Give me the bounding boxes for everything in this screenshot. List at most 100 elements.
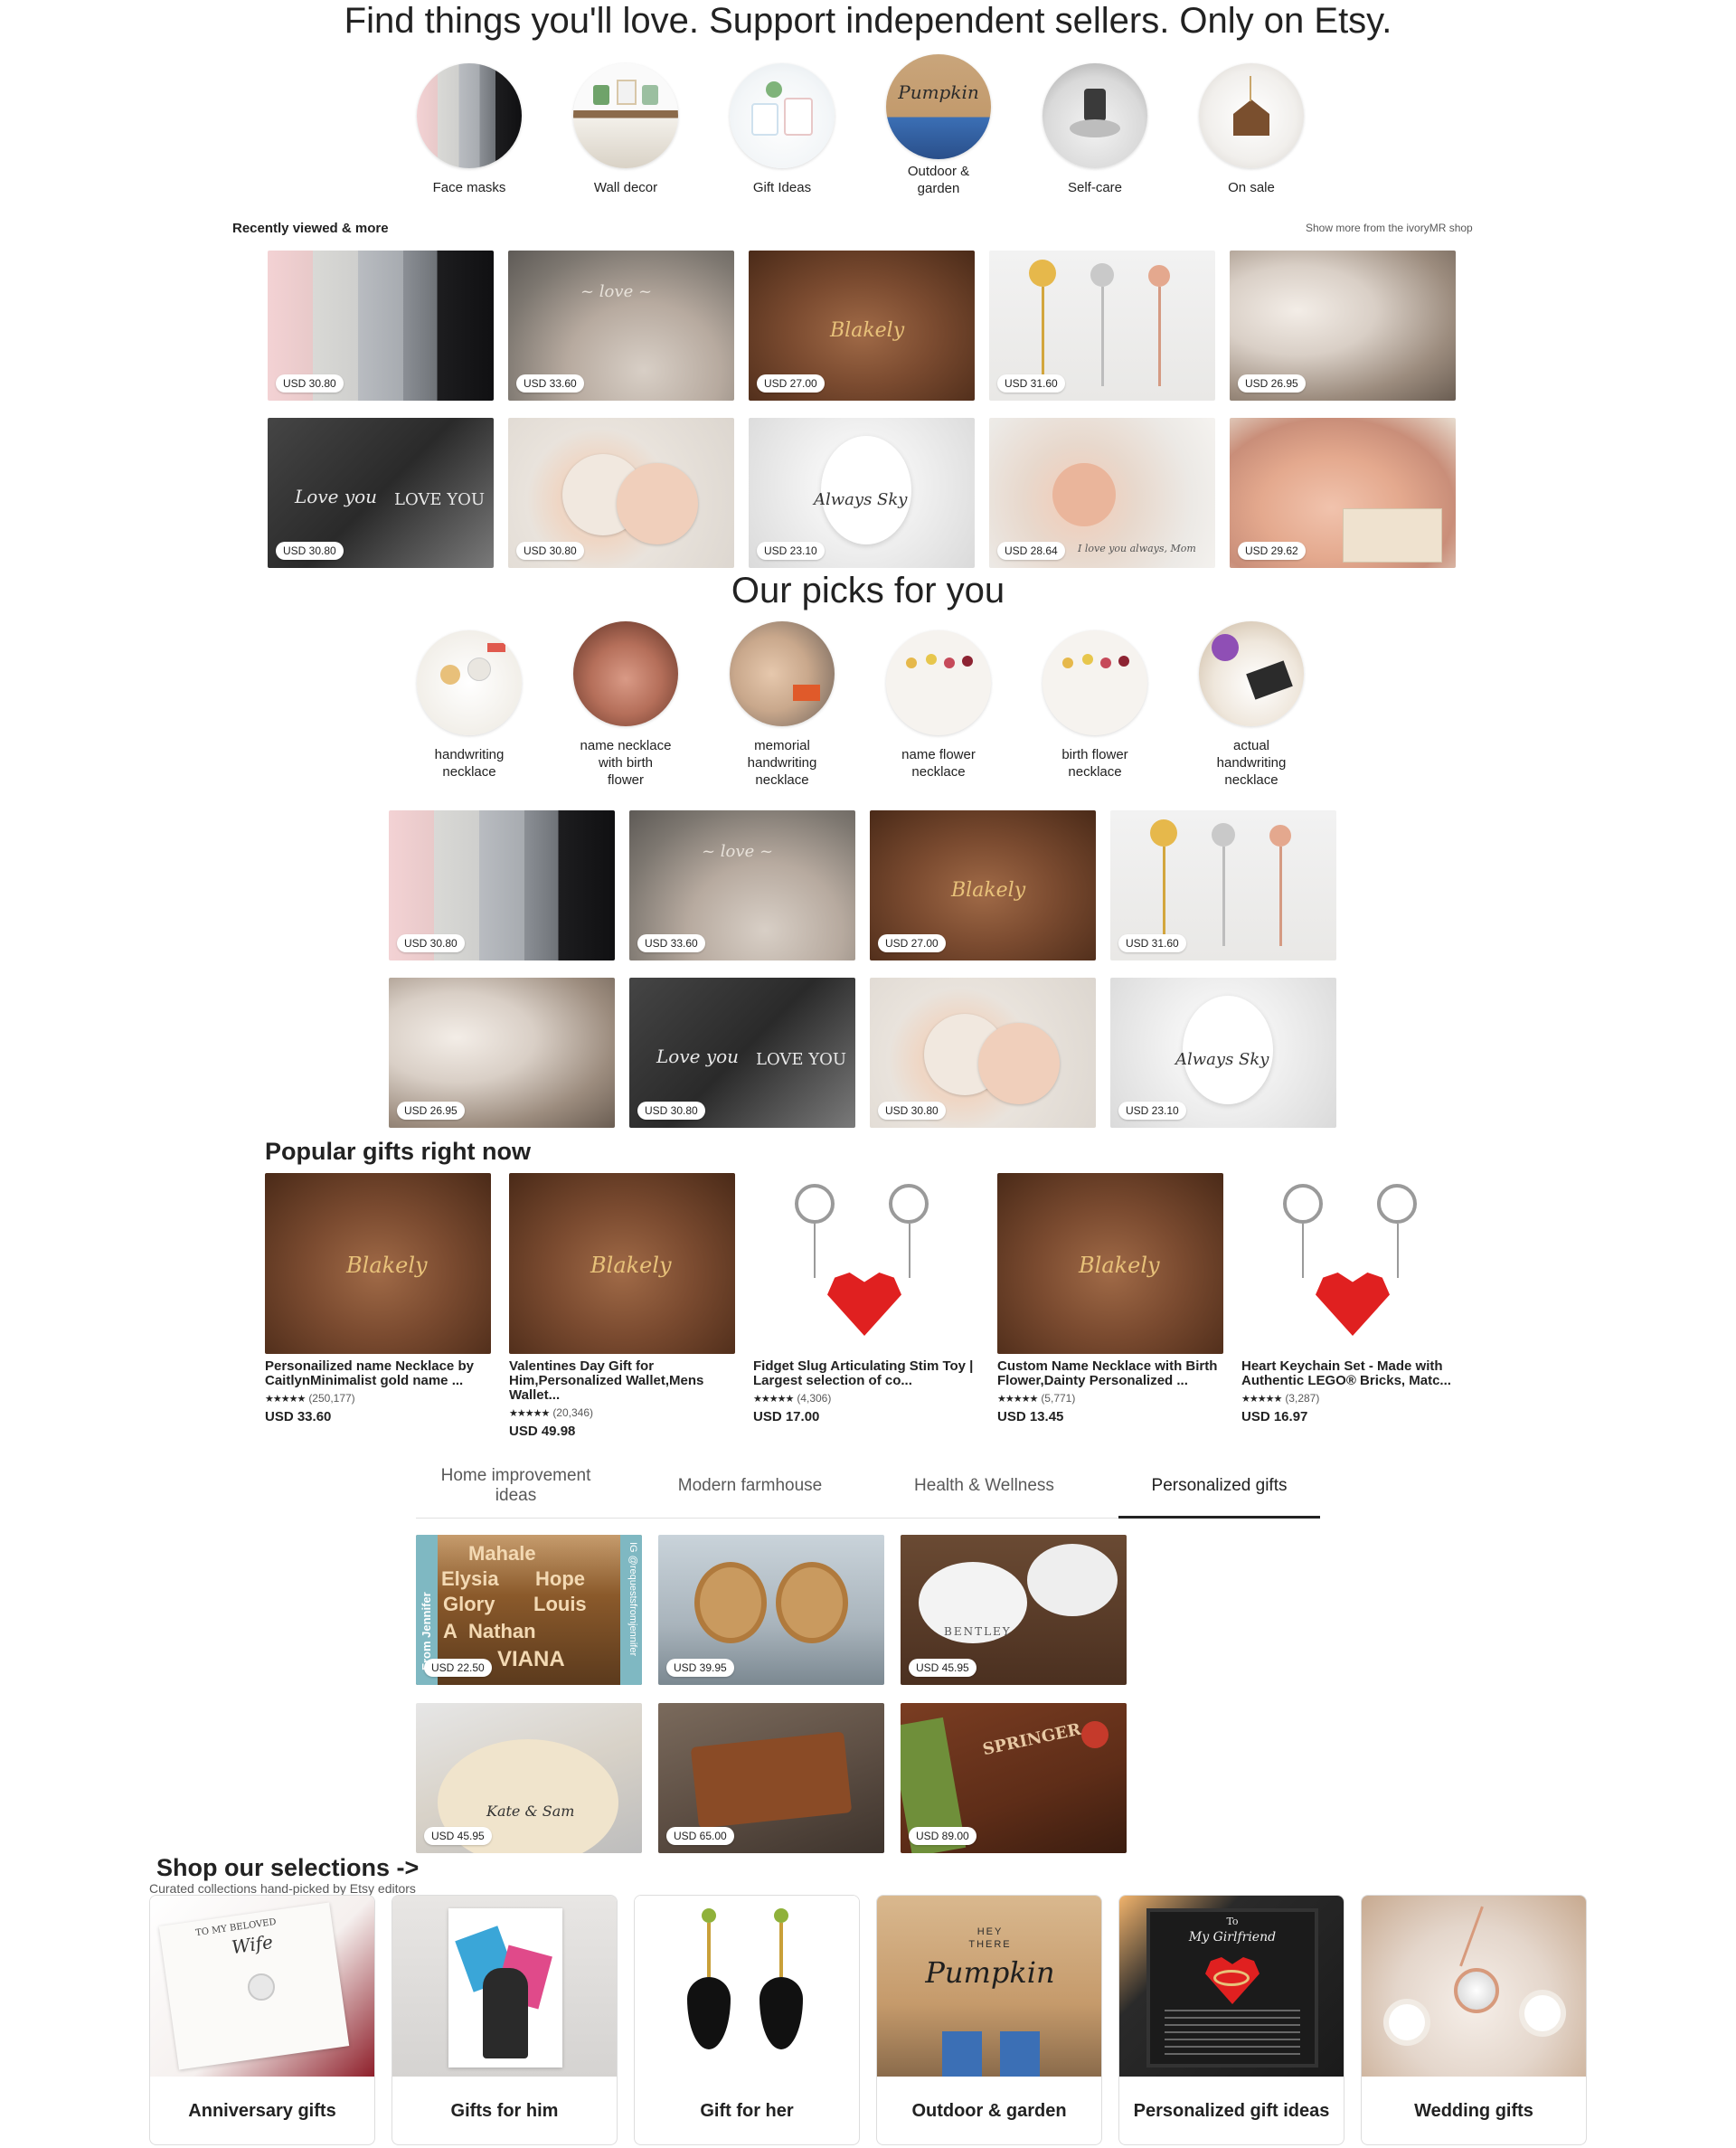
category-label: Outdoor & garden (907, 164, 970, 196)
price-badge: USD 30.80 (276, 542, 344, 560)
show-more-link[interactable]: Show more from the ivoryMR shop (1306, 222, 1473, 234)
hero-title: Find things you'll love. Support indepen… (344, 1, 1392, 41)
review-count: (3,287) (1285, 1392, 1320, 1405)
pick-circle[interactable]: actual handwriting necklace (1184, 621, 1319, 789)
review-count: (5,771) (1041, 1392, 1076, 1405)
selections-title[interactable]: Shop our selections -> (156, 1854, 419, 1882)
popular-item-title[interactable]: Heart Keychain Set - Made with Authentic… (1241, 1359, 1467, 1388)
vase-script: Always Sky (1175, 1050, 1269, 1069)
rating-stars: ★★★★★ (1241, 1394, 1282, 1405)
product-tile[interactable]: USD 26.95 (1230, 251, 1456, 401)
gift-text: To (1226, 1916, 1239, 1927)
product-tile[interactable]: USD 30.80 (508, 418, 734, 568)
doormat-text: HEY (976, 1926, 1004, 1937)
price-badge: USD 65.00 (666, 1827, 734, 1845)
rating-stars: ★★★★★ (753, 1394, 794, 1405)
popular-card[interactable]: Blakely Valentines Day Gift for Him,Pers… (509, 1173, 735, 1439)
product-tile[interactable]: Always Sky USD 23.10 (749, 418, 975, 568)
sign-word: Mahale (468, 1542, 536, 1565)
product-tile[interactable]: Blakely USD 27.00 (870, 810, 1096, 960)
selections-subtitle: Curated collections hand-picked by Etsy … (149, 1881, 416, 1896)
category-on-sale[interactable]: On sale (1184, 63, 1319, 196)
popular-item-title[interactable]: Fidget Slug Articulating Stim Toy | Larg… (753, 1359, 979, 1388)
tab-personalized-gifts[interactable]: Personalized gifts (1104, 1476, 1335, 1496)
popular-item-title[interactable]: Custom Name Necklace with Birth Flower,D… (997, 1359, 1223, 1388)
sign-word: Louis (533, 1593, 587, 1615)
gift-text: My Girlfriend (1188, 1930, 1277, 1945)
product-tile[interactable]: USD 26.95 (389, 978, 615, 1128)
product-tile[interactable]: BENTLEY USD 45.95 (901, 1535, 1127, 1685)
product-tile[interactable]: USD 39.95 (658, 1535, 884, 1685)
selection-card-anniversary[interactable]: TO MY BELOVED Wife Anniversary gifts (149, 1895, 375, 2145)
popular-card[interactable]: Blakely Personailized name Necklace by C… (265, 1173, 491, 1424)
popular-card[interactable]: Blakely Custom Name Necklace with Birth … (997, 1173, 1223, 1424)
product-tile[interactable]: USD 65.00 (658, 1703, 884, 1853)
necklace-script: Blakely (830, 319, 905, 342)
price-badge: USD 30.80 (397, 934, 465, 952)
pick-circle[interactable]: memorial handwriting necklace (714, 621, 850, 789)
selection-image (392, 1896, 617, 2077)
popular-card[interactable]: Fidget Slug Articulating Stim Toy | Larg… (753, 1173, 979, 1424)
sign-side-text: IG @requestsfromjennifer (627, 1542, 638, 1657)
popular-card[interactable]: Heart Keychain Set - Made with Authentic… (1241, 1173, 1467, 1424)
on-sale-image (1199, 63, 1304, 168)
selection-card-personalized[interactable]: To My Girlfriend Personalized gift ideas (1118, 1895, 1344, 2145)
product-tile[interactable]: USD 30.80 (389, 810, 615, 960)
recently-viewed-title: Recently viewed & more (232, 221, 389, 236)
selection-card-outdoor[interactable]: HEY THERE Pumpkin Outdoor & garden (876, 1895, 1102, 2145)
price-badge: USD 30.80 (276, 374, 344, 393)
tab-health-wellness[interactable]: Health & Wellness (869, 1476, 1099, 1496)
board-text: Kate & Sam (486, 1803, 575, 1820)
tab-home-improvement[interactable]: Home improvement ideas (401, 1466, 631, 1506)
product-tile[interactable]: I love you always, Mom USD 28.64 (989, 418, 1215, 568)
product-tile[interactable]: Love you LOVE YOU USD 30.80 (268, 418, 494, 568)
product-tile[interactable]: Love you LOVE YOU USD 30.80 (629, 978, 855, 1128)
category-outdoor-garden[interactable]: Pumpkin Outdoor & garden (871, 54, 1006, 197)
necklace-script: Love you (295, 486, 378, 507)
price-badge: USD 31.60 (997, 374, 1065, 393)
selection-label: Wedding gifts (1414, 2101, 1533, 2121)
selection-card-him[interactable]: Gifts for him (392, 1895, 618, 2145)
pick-circle[interactable]: birth flower necklace (1027, 630, 1163, 781)
product-tile[interactable]: Kate & Sam USD 45.95 (416, 1703, 642, 1853)
selection-card-wedding[interactable]: Wedding gifts (1361, 1895, 1587, 2145)
sign-word: VIANA (497, 1647, 565, 1671)
product-tile[interactable]: ~ love ~ USD 33.60 (508, 251, 734, 401)
category-gift-ideas[interactable]: Gift Ideas (714, 63, 850, 196)
selection-image (635, 1896, 859, 2077)
category-face-masks[interactable]: Face masks (401, 63, 537, 196)
product-tile[interactable]: ~ love ~ USD 33.60 (629, 810, 855, 960)
rating-stars: ★★★★★ (997, 1394, 1038, 1405)
pick-circle[interactable]: name flower necklace (871, 630, 1006, 781)
product-tile[interactable]: USD 30.80 (268, 251, 494, 401)
pick-image (1199, 621, 1304, 726)
price-badge: USD 45.95 (909, 1659, 976, 1677)
popular-image: Blakely (509, 1173, 735, 1354)
selection-card-her[interactable]: Gift for her (634, 1895, 860, 2145)
selection-image: TO MY BELOVED Wife (150, 1896, 374, 2077)
category-wall-decor[interactable]: Wall decor (558, 63, 693, 196)
price-badge: USD 26.95 (1238, 374, 1306, 393)
sign-word: Glory (443, 1593, 495, 1615)
product-tile[interactable]: From Jennifer IG @requestsfromjennifer M… (416, 1535, 642, 1685)
product-tile[interactable]: Blakely USD 27.00 (749, 251, 975, 401)
pick-image (730, 621, 835, 726)
product-tile[interactable]: USD 30.80 (870, 978, 1096, 1128)
picks-title: Our picks for you (731, 571, 1005, 610)
pick-circle[interactable]: handwriting necklace (401, 630, 537, 781)
popular-item-title[interactable]: Personailized name Necklace by CaitlynMi… (265, 1359, 491, 1388)
product-tile[interactable]: Always Sky USD 23.10 (1110, 978, 1336, 1128)
popular-title: Popular gifts right now (265, 1138, 531, 1165)
category-self-care[interactable]: Self-care (1027, 63, 1163, 196)
tab-modern-farmhouse[interactable]: Modern farmhouse (635, 1476, 865, 1496)
product-tile[interactable]: USD 29.62 (1230, 418, 1456, 568)
bowl-text: BENTLEY (944, 1625, 1012, 1638)
pick-circle[interactable]: name necklace with birth flower (558, 621, 693, 789)
product-tile[interactable]: USD 31.60 (989, 251, 1215, 401)
product-tile[interactable]: USD 31.60 (1110, 810, 1336, 960)
rating-stars: ★★★★★ (265, 1394, 306, 1405)
category-label: Wall decor (593, 180, 658, 195)
popular-item-price: USD 17.00 (753, 1409, 820, 1424)
product-tile[interactable]: SPRINGER USD 89.00 (901, 1703, 1127, 1853)
popular-item-title[interactable]: Valentines Day Gift for Him,Personalized… (509, 1359, 735, 1403)
